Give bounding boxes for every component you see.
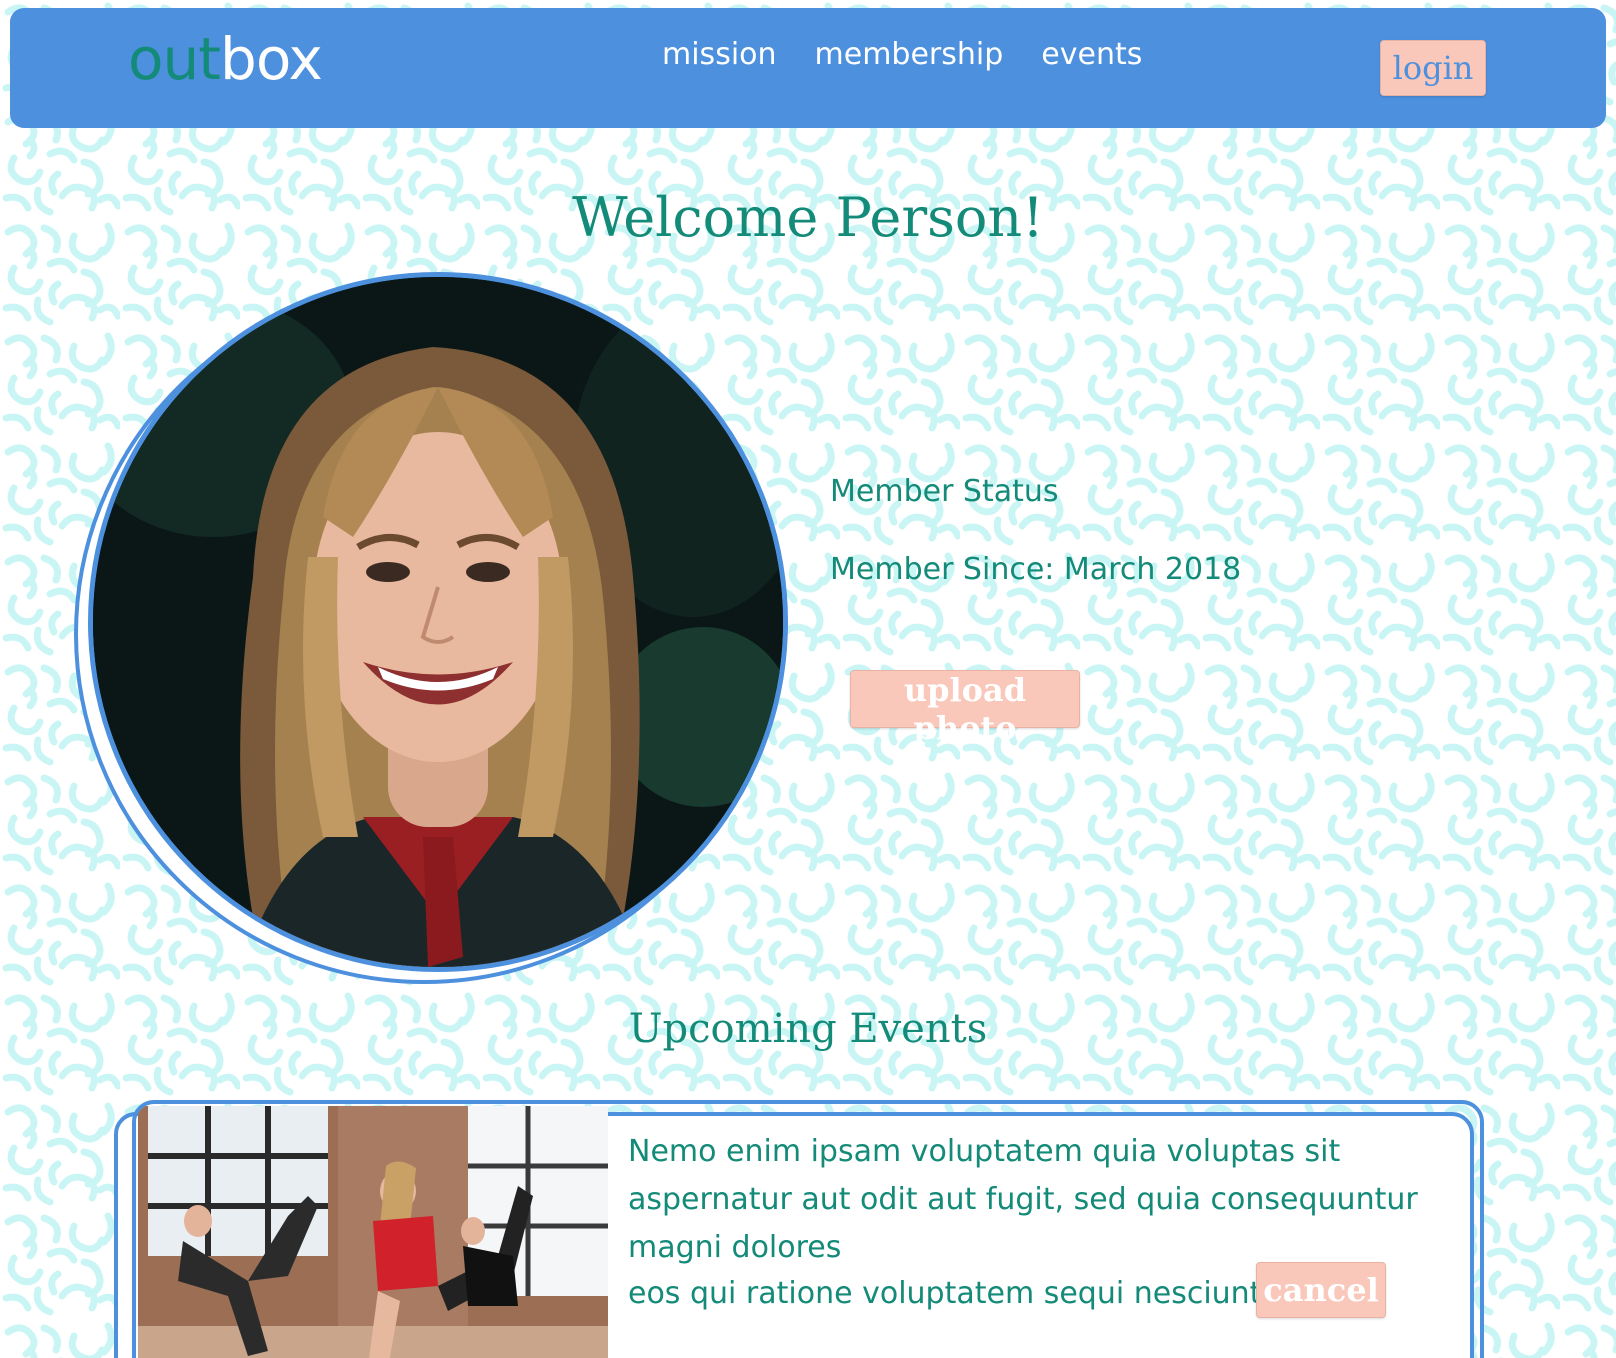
nav-link-events[interactable]: events <box>1041 40 1142 70</box>
upload-photo-button[interactable]: upload photo <box>850 670 1080 747</box>
member-status-label: Member Status <box>830 474 1059 509</box>
event-photo <box>138 1106 608 1358</box>
nav-links: mission membership events <box>662 40 1142 70</box>
welcome-heading: Welcome Person! <box>572 186 1044 249</box>
nav-link-mission[interactable]: mission <box>662 40 777 70</box>
nav-link-membership[interactable]: membership <box>815 40 1004 70</box>
outbox-logo[interactable]: outbox <box>128 30 323 88</box>
event-description-continued: eos qui ratione voluptatem sequi nesciun… <box>628 1276 1271 1311</box>
top-navbar: outbox mission membership events login <box>10 8 1606 128</box>
upcoming-events-heading: Upcoming Events <box>628 1006 988 1052</box>
profile-avatar <box>88 272 788 972</box>
logo-out-text: out <box>128 25 221 93</box>
portrait-photo <box>93 277 783 967</box>
logo-box-text: box <box>220 25 323 93</box>
login-button[interactable]: login <box>1380 40 1486 96</box>
member-since-label: Member Since: March 2018 <box>830 552 1242 587</box>
event-description: Nemo enim ipsam voluptatem quia voluptas… <box>628 1134 1418 1265</box>
event-card: Nemo enim ipsam voluptatem quia voluptas… <box>132 1100 1484 1358</box>
cancel-event-button[interactable]: cancel <box>1256 1262 1386 1318</box>
fitness-class-image <box>138 1106 608 1358</box>
